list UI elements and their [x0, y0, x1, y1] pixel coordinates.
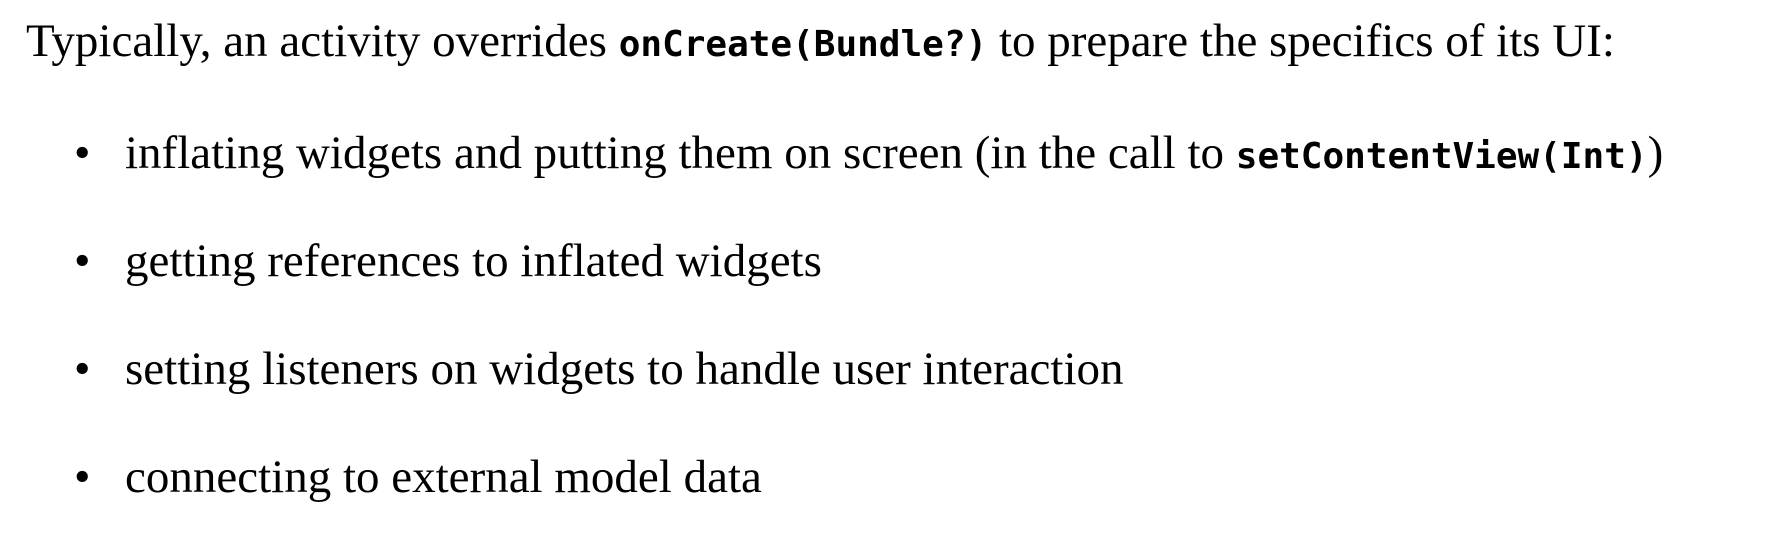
- list-item-text-before: inflating widgets and putting them on sc…: [125, 127, 1236, 179]
- list-item-text-after: ): [1647, 127, 1664, 179]
- list-item-text: connecting to external model data: [125, 451, 762, 503]
- document-body: Typically, an activity overrides onCreat…: [26, 0, 1776, 505]
- list-item-code-setcontentview: setContentView(Int): [1235, 136, 1648, 177]
- intro-text-before: Typically, an activity overrides: [26, 15, 619, 67]
- list-item: • getting references to inflated widgets: [26, 233, 1776, 289]
- bullet-icon: •: [74, 127, 91, 179]
- list-item-text: setting listeners on widgets to handle u…: [125, 343, 1124, 395]
- intro-code-oncreate: onCreate(Bundle?): [618, 24, 988, 65]
- intro-text-after: to prepare the specifics of its UI:: [987, 15, 1615, 67]
- bullet-list: • inflating widgets and putting them on s…: [26, 125, 1776, 505]
- list-item: • inflating widgets and putting them on s…: [26, 125, 1776, 181]
- bullet-icon: •: [74, 451, 91, 503]
- bullet-icon: •: [74, 235, 91, 287]
- bullet-icon: •: [74, 343, 91, 395]
- list-item-text: getting references to inflated widgets: [125, 235, 822, 287]
- list-item: • connecting to external model data: [26, 449, 1776, 505]
- list-item: • setting listeners on widgets to handle …: [26, 341, 1776, 397]
- intro-paragraph: Typically, an activity overrides onCreat…: [26, 13, 1776, 73]
